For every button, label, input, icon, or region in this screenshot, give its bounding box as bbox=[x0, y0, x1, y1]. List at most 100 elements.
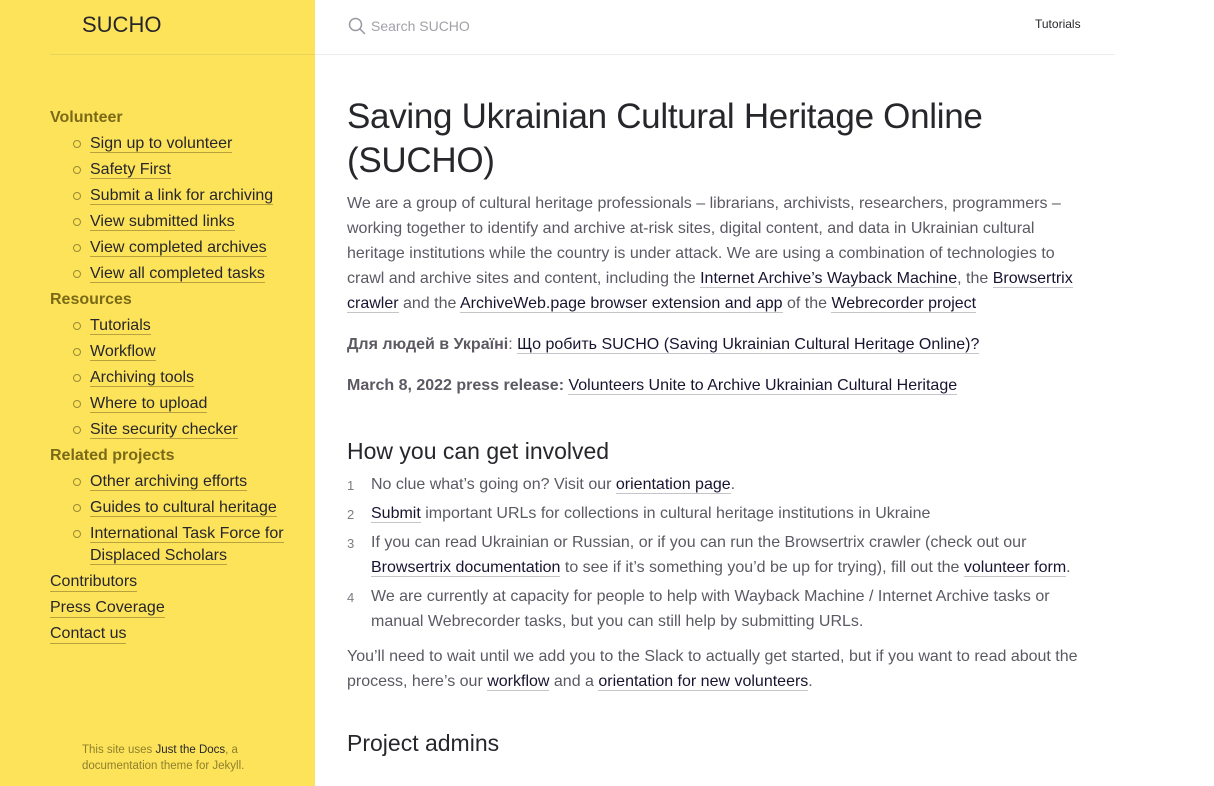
wayback-machine-link[interactable]: Internet Archive’s Wayback Machine bbox=[700, 270, 958, 288]
webrecorder-link[interactable]: Webrecorder project bbox=[831, 295, 977, 313]
list-item: 3 If you can read Ukrainian or Russian, o… bbox=[347, 530, 1092, 580]
nav-item-view-completed-archives[interactable]: View completed archives bbox=[70, 235, 300, 261]
nav-link[interactable]: Safety First bbox=[90, 161, 171, 179]
site-title-link[interactable]: SUCHO bbox=[82, 12, 161, 38]
nav-item-safety-first[interactable]: Safety First bbox=[70, 157, 300, 183]
wait-text: and a bbox=[549, 673, 599, 690]
search-icon bbox=[348, 17, 366, 35]
bullet-icon bbox=[73, 140, 81, 148]
nav-section-related[interactable]: Related projects bbox=[50, 443, 300, 469]
bullet-icon bbox=[73, 218, 81, 226]
nav-link[interactable]: View completed archives bbox=[90, 239, 267, 257]
nav-link[interactable]: Workflow bbox=[90, 343, 156, 361]
sidebar-footer: This site uses Just the Docs, a document… bbox=[82, 742, 282, 774]
nav-item-where-to-upload[interactable]: Where to upload bbox=[70, 391, 300, 417]
list-text: important URLs for collections in cultur… bbox=[420, 505, 931, 522]
sidebar: SUCHO Volunteer Sign up to volunteer Saf… bbox=[0, 0, 315, 786]
wait-paragraph: You’ll need to wait until we add you to … bbox=[347, 644, 1092, 694]
bullet-icon bbox=[73, 400, 81, 408]
bullet-icon bbox=[73, 244, 81, 252]
nav-item-task-force[interactable]: International Task Force for Displaced S… bbox=[70, 521, 300, 569]
search-input[interactable] bbox=[371, 15, 871, 37]
orientation-volunteers-link[interactable]: orientation for new volunteers bbox=[598, 673, 809, 691]
nav-item-site-security[interactable]: Site security checker bbox=[70, 417, 300, 443]
archiveweb-link[interactable]: ArchiveWeb.page browser extension and ap… bbox=[459, 295, 783, 313]
list-text: . bbox=[1066, 559, 1071, 576]
section-heading-involved: How you can get involved bbox=[347, 438, 610, 464]
nav-volunteer-list: Sign up to volunteer Safety First Submit… bbox=[50, 131, 300, 287]
nav-link[interactable]: Site security checker bbox=[90, 421, 238, 439]
bullet-icon bbox=[73, 322, 81, 330]
list-text: to see if it’s something you’d be up for… bbox=[560, 559, 964, 576]
ukraine-paragraph: Для людей в Україні: Що робить SUCHO (Sa… bbox=[347, 332, 1092, 357]
nav-item-guides[interactable]: Guides to cultural heritage bbox=[70, 495, 300, 521]
nav-link[interactable]: Contributors bbox=[50, 573, 138, 592]
press-paragraph: March 8, 2022 press release: Volunteers … bbox=[347, 373, 1092, 398]
bullet-icon bbox=[73, 270, 81, 278]
involved-list: 1 No clue what’s going on? Visit our orie… bbox=[347, 472, 1092, 634]
nav-link[interactable]: International Task Force for Displaced S… bbox=[90, 525, 284, 565]
nav-item-view-submitted[interactable]: View submitted links bbox=[70, 209, 300, 235]
nav-link[interactable]: Submit a link for archiving bbox=[90, 187, 274, 205]
nav-link[interactable]: Sign up to volunteer bbox=[90, 135, 233, 153]
list-text: No clue what’s going on? Visit our bbox=[371, 476, 616, 493]
intro-text: , the bbox=[957, 270, 993, 287]
bullet-icon bbox=[73, 478, 81, 486]
bullet-icon bbox=[73, 166, 81, 174]
nav-link[interactable]: Archiving tools bbox=[90, 369, 195, 387]
ukraine-link[interactable]: Що робить SUCHO (Saving Ukrainian Cultur… bbox=[517, 336, 980, 354]
sidebar-nav: Volunteer Sign up to volunteer Safety Fi… bbox=[50, 105, 300, 647]
submit-link[interactable]: Submit bbox=[371, 505, 421, 523]
orientation-page-link[interactable]: orientation page bbox=[615, 476, 731, 494]
nav-link[interactable]: Press Coverage bbox=[50, 599, 165, 618]
just-the-docs-link[interactable]: Just the Docs bbox=[156, 744, 226, 756]
nav-link[interactable]: Tutorials bbox=[90, 317, 151, 335]
nav-link[interactable]: Where to upload bbox=[90, 395, 208, 413]
nav-item-contact-us[interactable]: Contact us bbox=[50, 621, 300, 647]
list-text: . bbox=[730, 476, 736, 493]
nav-section-volunteer[interactable]: Volunteer bbox=[50, 105, 300, 131]
intro-text: and the bbox=[398, 295, 460, 312]
top-link-tutorials[interactable]: Tutorials bbox=[1035, 17, 1081, 31]
press-label: March 8, 2022 press release: bbox=[347, 377, 565, 394]
nav-link[interactable]: View all completed tasks bbox=[90, 265, 265, 283]
nav-link[interactable]: Other archiving efforts bbox=[90, 473, 248, 491]
nav-item-sign-up[interactable]: Sign up to volunteer bbox=[70, 131, 300, 157]
nav-link[interactable]: View submitted links bbox=[90, 213, 235, 231]
bullet-icon bbox=[73, 530, 81, 538]
list-number: 3 bbox=[347, 536, 355, 551]
bullet-icon bbox=[73, 374, 81, 382]
list-number: 1 bbox=[347, 478, 355, 493]
nav-item-archiving-tools[interactable]: Archiving tools bbox=[70, 365, 300, 391]
nav-item-press-coverage[interactable]: Press Coverage bbox=[50, 595, 300, 621]
list-number: 2 bbox=[347, 507, 355, 522]
nav-item-view-completed-tasks[interactable]: View all completed tasks bbox=[70, 261, 300, 287]
list-item: 1 No clue what’s going on? Visit our orie… bbox=[347, 472, 1092, 497]
intro-paragraph: We are a group of cultural heritage prof… bbox=[347, 191, 1092, 316]
browsertrix-docs-link[interactable]: Browsertrix documentation bbox=[371, 559, 561, 577]
nav-link[interactable]: Contact us bbox=[50, 625, 127, 644]
ukraine-label: Для людей в Україні bbox=[347, 336, 509, 353]
bullet-icon bbox=[73, 426, 81, 434]
page-title: Saving Ukrainian Cultural Heritage Onlin… bbox=[347, 97, 983, 180]
list-text: We are currently at capacity for people … bbox=[371, 588, 1050, 630]
nav-item-workflow[interactable]: Workflow bbox=[70, 339, 300, 365]
wait-text: . bbox=[808, 673, 813, 690]
site-header: SUCHO bbox=[50, 0, 315, 55]
footer-prefix: This site uses bbox=[82, 744, 156, 756]
list-item: 4 We are currently at capacity for people… bbox=[347, 584, 1092, 634]
nav-resources-list: Tutorials Workflow Archiving tools Where… bbox=[50, 313, 300, 443]
nav-link[interactable]: Guides to cultural heritage bbox=[90, 499, 277, 517]
volunteer-form-link[interactable]: volunteer form bbox=[963, 559, 1067, 577]
list-text: If you can read Ukrainian or Russian, or… bbox=[371, 534, 1027, 551]
press-release-link[interactable]: Volunteers Unite to Archive Ukrainian Cu… bbox=[568, 377, 958, 395]
nav-item-other-efforts[interactable]: Other archiving efforts bbox=[70, 469, 300, 495]
top-bar: Tutorials bbox=[315, 0, 1115, 55]
nav-section-resources[interactable]: Resources bbox=[50, 287, 300, 313]
bullet-icon bbox=[73, 504, 81, 512]
nav-item-contributors[interactable]: Contributors bbox=[50, 569, 300, 595]
nav-item-tutorials[interactable]: Tutorials bbox=[70, 313, 300, 339]
ukraine-sep: : bbox=[508, 336, 518, 353]
workflow-link[interactable]: workflow bbox=[487, 673, 550, 691]
nav-item-submit-link[interactable]: Submit a link for archiving bbox=[70, 183, 300, 209]
